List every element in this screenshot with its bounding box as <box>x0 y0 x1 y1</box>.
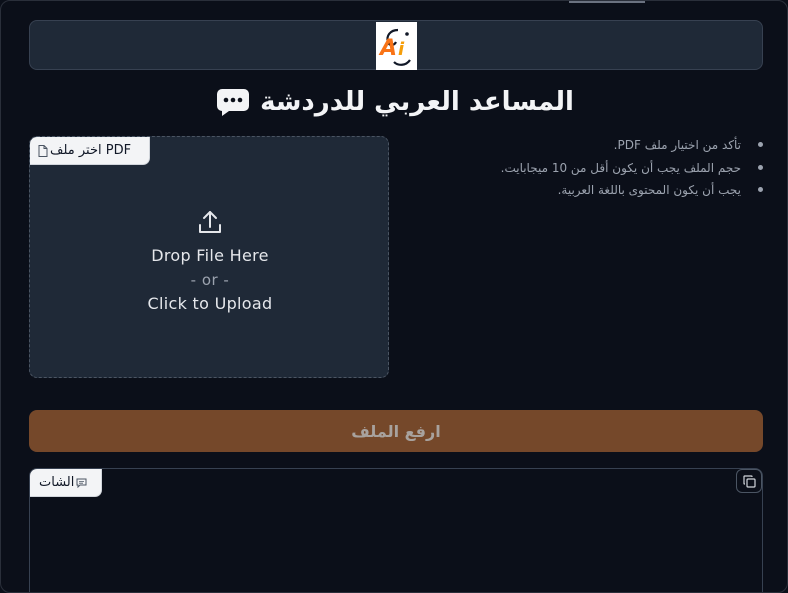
file-upload-dropzone[interactable]: اختر ملف PDF Drop File Here - or - Click… <box>29 136 389 378</box>
file-icon <box>38 144 48 157</box>
upload-instructions-list: تأكد من اختيار ملف PDF. حجم الملف يجب أن… <box>421 134 765 202</box>
upload-field-label-text: اختر ملف PDF <box>50 143 132 158</box>
top-tab-indicator <box>569 1 645 3</box>
chat-panel-label: الشات <box>30 469 102 497</box>
copy-icon <box>742 474 756 488</box>
chat-icon <box>76 478 87 488</box>
upload-prompt[interactable]: Drop File Here - or - Click to Upload <box>30 209 390 315</box>
logo-graphic: A i <box>376 22 417 70</box>
instruction-item: تأكد من اختيار ملف PDF. <box>421 134 765 157</box>
svg-text:i: i <box>398 39 405 60</box>
chat-panel-label-text: الشات <box>39 475 75 490</box>
upload-file-button[interactable]: ارفع الملف <box>29 410 763 452</box>
instruction-item: يجب أن يكون المحتوى باللغة العربية. <box>421 179 765 202</box>
click-to-upload-text: Click to Upload <box>147 294 273 313</box>
app-window: A i المساعد العربي للدردشة اختر ملف PDF <box>0 0 788 593</box>
page-title-row: المساعد العربي للدردشة <box>1 84 787 120</box>
copy-button[interactable] <box>736 469 762 493</box>
drop-file-text: Drop File Here <box>151 246 269 265</box>
upload-field-label: اختر ملف PDF <box>30 137 150 165</box>
chat-panel: الشات <box>29 468 763 592</box>
instruction-item: حجم الملف يجب أن يكون أقل من 10 ميجابايت… <box>421 157 765 180</box>
logo-bar: A i <box>29 20 763 70</box>
svg-text:A: A <box>378 36 397 61</box>
upload-icon <box>199 211 221 233</box>
chat-bubble-dots-icon <box>217 89 250 116</box>
logo: A i <box>376 22 417 70</box>
page-title: المساعد العربي للدردشة <box>260 87 574 117</box>
or-text: - or - <box>190 271 230 289</box>
